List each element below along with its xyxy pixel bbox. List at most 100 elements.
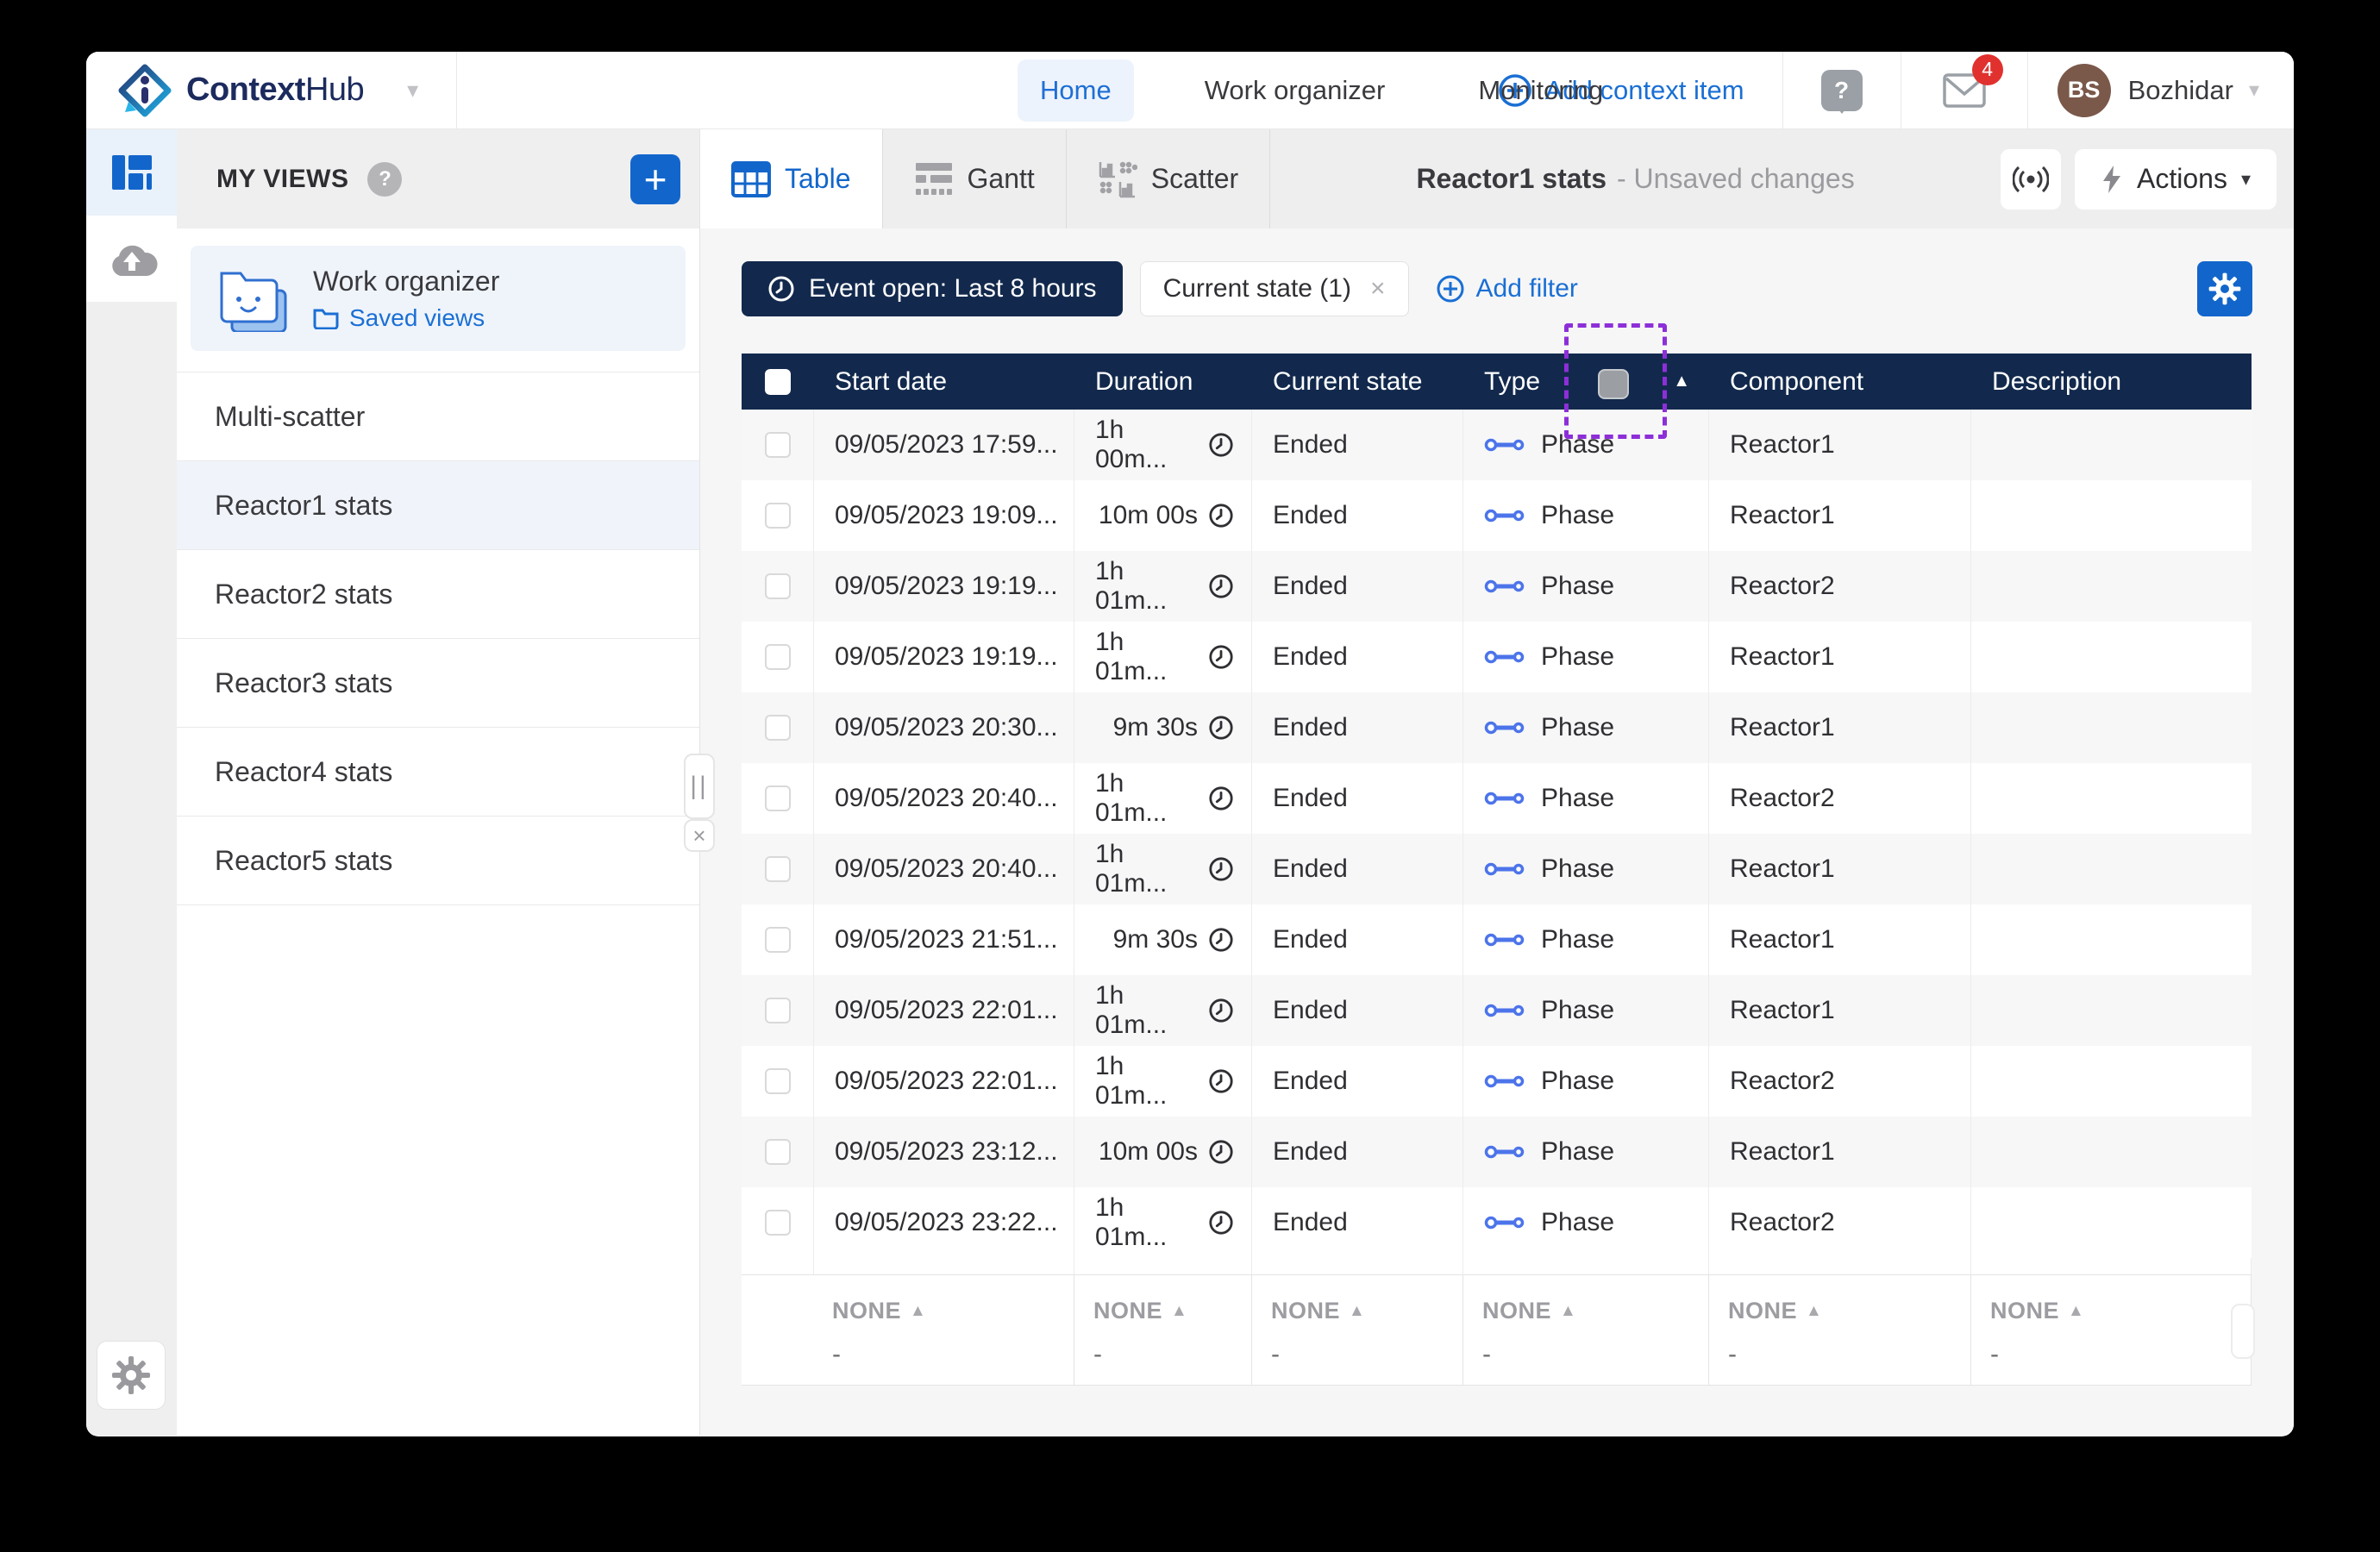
sidebar-resize-handle[interactable]: || bbox=[684, 754, 715, 819]
events-table: Start dateDurationCurrent stateType▲Comp… bbox=[742, 354, 2252, 1386]
table-header-cell[interactable]: Start date bbox=[814, 354, 1074, 410]
aggregation-label: NONE bbox=[832, 1298, 901, 1324]
notifications-button[interactable]: 4 bbox=[1943, 73, 1986, 108]
brand-caret-icon[interactable]: ▾ bbox=[407, 77, 418, 103]
table-row[interactable]: 09/05/2023 22:01... 1h 01m... Ended Phas… bbox=[742, 975, 2252, 1046]
table-settings-button[interactable] bbox=[2197, 261, 2252, 316]
aggregation-selector[interactable]: NONE ▲ bbox=[1990, 1298, 2251, 1324]
help-button[interactable]: ? bbox=[1821, 70, 1863, 111]
add-view-button[interactable]: + bbox=[630, 154, 680, 204]
row-checkbox[interactable] bbox=[765, 503, 791, 529]
sidebar-view-item[interactable]: Multi-scatter bbox=[177, 372, 699, 461]
cell-current-state: Ended bbox=[1252, 622, 1463, 692]
table-row[interactable]: 09/05/2023 19:09... 10m 00s Ended Phase … bbox=[742, 480, 2252, 551]
row-checkbox[interactable] bbox=[765, 785, 791, 811]
table-row[interactable]: 09/05/2023 23:12... 10m 00s Ended Phase … bbox=[742, 1117, 2252, 1187]
cell-start-date: 09/05/2023 20:30... bbox=[814, 692, 1074, 763]
row-checkbox[interactable] bbox=[765, 998, 791, 1023]
time-filter-chip[interactable]: Event open: Last 8 hours bbox=[742, 261, 1123, 316]
main-content: Table Gantt bbox=[700, 129, 2294, 1436]
cell-duration: 1h 01m... bbox=[1074, 551, 1252, 622]
table-header-cell[interactable]: Description bbox=[1971, 354, 2252, 410]
sidebar-view-item[interactable]: Reactor1 stats bbox=[177, 461, 699, 550]
table-header-cell[interactable]: Current state bbox=[1252, 354, 1463, 410]
remove-filter-icon[interactable]: × bbox=[1370, 274, 1386, 304]
row-checkbox[interactable] bbox=[765, 432, 791, 458]
select-all-checkbox[interactable] bbox=[765, 369, 791, 395]
cell-component: Reactor2 bbox=[1709, 763, 1971, 834]
sidebar-view-item[interactable]: Reactor3 stats bbox=[177, 639, 699, 728]
aggregation-selector[interactable]: NONE ▲ bbox=[1482, 1298, 1708, 1324]
table-header-cell[interactable]: Duration bbox=[1074, 354, 1252, 410]
tab-gantt[interactable]: Gantt bbox=[883, 129, 1067, 228]
sidebar-view-item[interactable]: Reactor4 stats bbox=[177, 728, 699, 817]
row-checkbox[interactable] bbox=[765, 573, 791, 599]
row-checkbox-cell bbox=[742, 1046, 814, 1117]
add-filter-button[interactable]: Add filter bbox=[1435, 273, 1578, 304]
sidebar-view-item[interactable]: Reactor2 stats bbox=[177, 550, 699, 639]
table-row[interactable]: 09/05/2023 23:22... 1h 01m... Ended Phas… bbox=[742, 1187, 2252, 1258]
user-menu-caret-icon[interactable]: ▾ bbox=[2249, 78, 2259, 103]
nav-item-home[interactable]: Home bbox=[1018, 59, 1134, 122]
aggregation-selector[interactable]: NONE ▲ bbox=[1271, 1298, 1462, 1324]
table-row[interactable]: 09/05/2023 20:40... 1h 01m... Ended Phas… bbox=[742, 763, 2252, 834]
rail-upload-button[interactable] bbox=[86, 216, 177, 302]
view-item-label: Reactor3 stats bbox=[215, 667, 392, 699]
work-organizer-card[interactable]: Work organizer Saved views bbox=[191, 246, 686, 351]
cell-start-date: 09/05/2023 17:59... bbox=[814, 410, 1074, 480]
table-row[interactable]: 09/05/2023 19:19... 1h 01m... Ended Phas… bbox=[742, 551, 2252, 622]
cell-start-date: 09/05/2023 23:22... bbox=[814, 1187, 1074, 1258]
type-value: Phase bbox=[1541, 713, 1614, 742]
table-row[interactable]: 09/05/2023 20:40... 1h 01m... Ended Phas… bbox=[742, 834, 2252, 904]
actions-button[interactable]: Actions ▾ bbox=[2075, 149, 2277, 210]
tab-table[interactable]: Table bbox=[700, 129, 883, 228]
row-checkbox[interactable] bbox=[765, 1068, 791, 1094]
sidebar-collapse-button[interactable]: × bbox=[684, 819, 715, 852]
table-row[interactable]: 09/05/2023 22:01... 1h 01m... Ended Phas… bbox=[742, 1046, 2252, 1117]
sort-ascending-icon[interactable]: ▲ bbox=[1673, 372, 1690, 391]
row-checkbox[interactable] bbox=[765, 1210, 791, 1236]
table-row[interactable]: 09/05/2023 17:59... 1h 00m... Ended Phas… bbox=[742, 410, 2252, 480]
footer-aggregation-cell: NONE ▲ - bbox=[1463, 1275, 1709, 1385]
row-checkbox[interactable] bbox=[765, 715, 791, 741]
row-checkbox-cell bbox=[742, 551, 814, 622]
horizontal-scroll-handle[interactable] bbox=[2231, 1304, 2255, 1359]
clock-icon bbox=[1208, 1139, 1234, 1165]
gear-icon bbox=[2208, 272, 2242, 306]
broadcast-button[interactable] bbox=[2001, 149, 2061, 210]
row-checkbox[interactable] bbox=[765, 927, 791, 953]
table-row[interactable]: 09/05/2023 21:51... 9m 30s Ended Phase R… bbox=[742, 904, 2252, 975]
row-checkbox[interactable] bbox=[765, 856, 791, 882]
table-row[interactable]: 09/05/2023 19:19... 1h 01m... Ended Phas… bbox=[742, 622, 2252, 692]
table-header-cell[interactable]: Type▲ bbox=[1463, 354, 1709, 410]
cell-component: Reactor1 bbox=[1709, 692, 1971, 763]
aggregation-selector[interactable]: NONE ▲ bbox=[832, 1298, 1074, 1324]
sidebar-help-icon[interactable]: ? bbox=[367, 162, 402, 197]
footer-aggregation-cell: NONE ▲ - bbox=[742, 1275, 1074, 1385]
state-filter-chip[interactable]: Current state (1) × bbox=[1140, 261, 1409, 316]
nav-item-work-organizer[interactable]: Work organizer bbox=[1182, 59, 1408, 122]
tab-scatter[interactable]: Scatter bbox=[1067, 129, 1270, 228]
brand-name: ContextHub bbox=[186, 72, 364, 109]
nav-item-monitoring[interactable]: Monitoring bbox=[1456, 59, 1625, 122]
row-checkbox[interactable] bbox=[765, 1139, 791, 1165]
aggregation-selector[interactable]: NONE ▲ bbox=[1728, 1298, 1970, 1324]
user-name[interactable]: Bozhidar bbox=[2128, 75, 2233, 106]
avatar[interactable]: BS bbox=[2057, 64, 2111, 117]
row-checkbox[interactable] bbox=[765, 644, 791, 670]
brand[interactable]: ContextHub ▾ bbox=[117, 63, 418, 118]
cell-duration: 1h 01m... bbox=[1074, 1046, 1252, 1117]
aggregation-selector[interactable]: NONE ▲ bbox=[1093, 1298, 1251, 1324]
duration-value: 1h 01m... bbox=[1095, 840, 1198, 898]
row-checkbox-cell bbox=[742, 622, 814, 692]
table-row[interactable]: 09/05/2023 20:30... 9m 30s Ended Phase R… bbox=[742, 692, 2252, 763]
cell-start-date: 09/05/2023 19:09... bbox=[814, 480, 1074, 551]
gantt-view-icon bbox=[914, 161, 954, 197]
rail-views-button[interactable] bbox=[86, 129, 177, 216]
settings-button[interactable] bbox=[97, 1341, 166, 1410]
tab-table-label: Table bbox=[785, 163, 851, 195]
tab-scatter-label: Scatter bbox=[1151, 163, 1238, 195]
table-header-cell[interactable]: Component bbox=[1709, 354, 1971, 410]
sidebar-view-item[interactable]: Reactor5 stats bbox=[177, 817, 699, 905]
saved-views-link[interactable]: Saved views bbox=[313, 304, 499, 332]
